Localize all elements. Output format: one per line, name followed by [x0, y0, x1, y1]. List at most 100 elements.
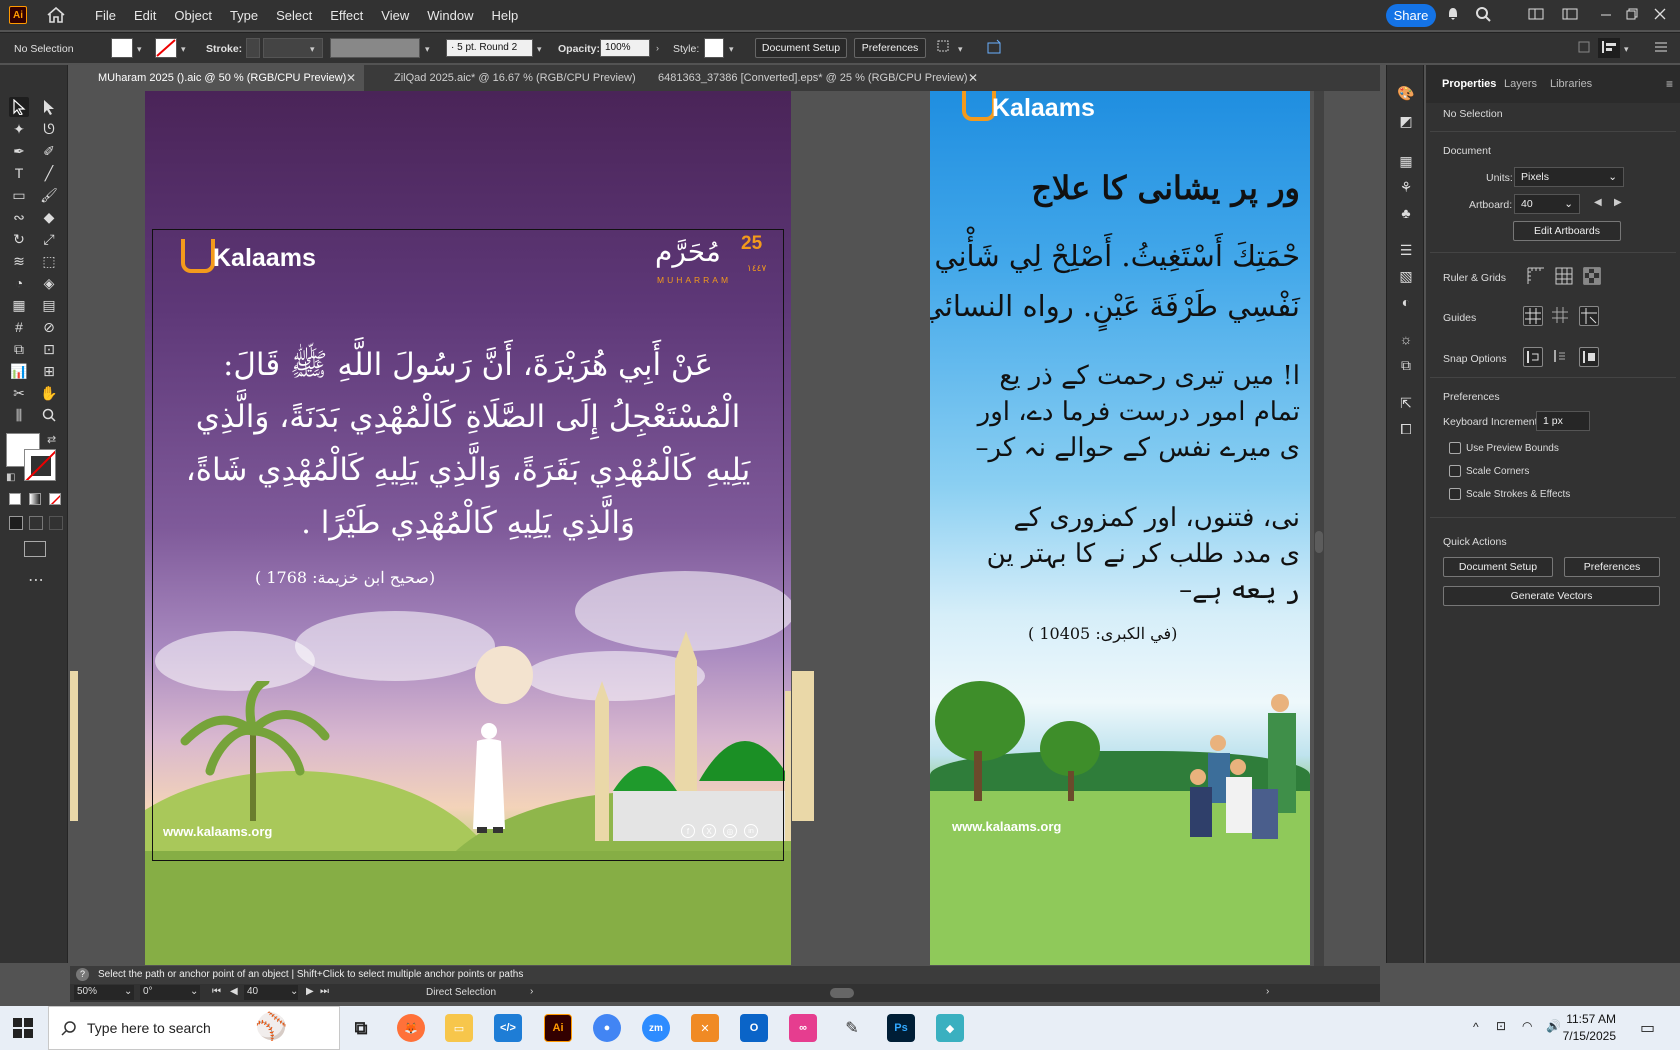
hand-tool-icon[interactable]: ✋ [39, 383, 59, 403]
transparency-icon[interactable]: ◐ [1396, 294, 1416, 312]
units-select[interactable]: Pixels ⌄ [1514, 167, 1624, 187]
creative-cloud-icon[interactable]: ∞ [789, 1014, 817, 1042]
artboards-icon[interactable]: ⧠ [1396, 421, 1416, 439]
tab-muharam[interactable]: MUharam 2025 ().aic @ 50 % (RGB/CPU Prev… [70, 65, 364, 91]
home-icon[interactable] [47, 6, 65, 23]
chevron-down-icon[interactable]: ⌄ [124, 986, 132, 997]
keyboard-increment-field[interactable]: 1 px [1536, 411, 1590, 431]
smart-guides-icon[interactable] [1579, 306, 1599, 326]
color-guide-icon[interactable]: ◩ [1396, 113, 1416, 131]
search-icon[interactable] [1475, 6, 1491, 22]
zoom-app-icon[interactable]: zm [642, 1014, 670, 1042]
scale-corners-checkbox[interactable] [1449, 465, 1461, 477]
chevron-down-icon[interactable]: ▾ [137, 44, 142, 55]
chevron-right-icon[interactable]: › [656, 43, 659, 53]
variable-width-profile[interactable] [330, 38, 420, 58]
share-button[interactable]: Share [1386, 4, 1436, 27]
close-icon[interactable]: ✕ [968, 71, 978, 85]
generate-vectors-button[interactable]: Generate Vectors [1443, 586, 1660, 606]
minimize-icon[interactable] [1598, 6, 1614, 22]
draw-inside-icon[interactable] [49, 516, 63, 530]
chevron-up-icon[interactable]: ^ [1473, 1020, 1479, 1034]
firefox-icon[interactable]: 🦊 [397, 1014, 425, 1042]
rectangle-tool-icon[interactable]: ▭ [9, 185, 29, 205]
shaper-tool-icon[interactable]: ∾ [9, 207, 29, 227]
volume-icon[interactable]: 🔊 [1546, 1019, 1561, 1033]
menu-window[interactable]: Window [427, 8, 473, 23]
previous-artboard-icon[interactable]: ◀ [230, 986, 238, 997]
windows-start-icon[interactable] [13, 1018, 33, 1041]
live-paint-icon[interactable]: ◈ [39, 273, 59, 293]
chevron-down-icon[interactable]: ▾ [958, 44, 963, 55]
next-artboard-icon[interactable]: ▶ [306, 986, 314, 997]
bell-icon[interactable] [1445, 6, 1461, 22]
draw-behind-icon[interactable] [29, 516, 43, 530]
panel-menu-icon[interactable]: ≡ [1666, 77, 1673, 91]
pen-tool-icon[interactable]: ✒ [9, 141, 29, 161]
help-icon[interactable]: ? [76, 968, 89, 981]
menu-type[interactable]: Type [230, 8, 258, 23]
app-icon[interactable]: ◆ [936, 1014, 964, 1042]
show-guides-icon[interactable] [1523, 306, 1543, 326]
artboard-select[interactable]: 40 ⌄ [1514, 194, 1580, 214]
zoom-tool-icon[interactable] [39, 405, 59, 425]
gradient-tool-icon[interactable]: ▤ [39, 295, 59, 315]
menu-view[interactable]: View [381, 8, 409, 23]
paintbrush-icon[interactable]: 🖌 [39, 185, 59, 205]
tab-properties[interactable]: Properties [1442, 78, 1496, 90]
stroke-swatch[interactable] [155, 38, 177, 58]
task-view-icon[interactable]: ⧉ [347, 1014, 375, 1042]
menu-select[interactable]: Select [276, 8, 312, 23]
brush-definition[interactable]: · 5 pt. Round 2 [446, 39, 533, 57]
recolor-icon[interactable] [986, 38, 1004, 58]
use-preview-bounds-checkbox[interactable] [1449, 442, 1461, 454]
stroke-panel-icon[interactable]: ☰ [1396, 242, 1416, 260]
tab-converted-eps[interactable]: 6481363_37386 [Converted].eps* @ 25 % (R… [646, 65, 986, 91]
grid-icon[interactable] [1554, 266, 1574, 286]
color-mode-icon[interactable] [9, 493, 21, 505]
menu-object[interactable]: Object [174, 8, 212, 23]
graph-tool-icon[interactable]: 📊 [9, 361, 29, 381]
line-tool-icon[interactable]: ╱ [39, 163, 59, 183]
menu-effect[interactable]: Effect [330, 8, 363, 23]
illustrator-taskbar-icon[interactable]: Ai [544, 1014, 572, 1042]
vertical-scrollbar[interactable] [1314, 91, 1324, 966]
preferences-button[interactable]: Preferences [1564, 557, 1660, 577]
tab-layers[interactable]: Layers [1504, 78, 1537, 90]
gradient-panel-icon[interactable]: ▧ [1396, 268, 1416, 286]
vscode-icon[interactable]: </> [494, 1014, 522, 1042]
scale-tool-icon[interactable]: ⤢ [39, 229, 59, 249]
blend-tool-icon[interactable]: ⧉ [9, 339, 29, 359]
horizontal-scroll-thumb[interactable] [830, 988, 854, 998]
slice-tool-icon[interactable]: ✂ [9, 383, 29, 403]
file-explorer-icon[interactable]: ▭ [445, 1014, 473, 1042]
none-mode-icon[interactable] [49, 493, 61, 505]
print-tiling-icon[interactable]: ⫼ [9, 405, 29, 425]
workspace-icon[interactable] [1528, 6, 1544, 22]
brushes-icon[interactable]: ⚘ [1396, 179, 1416, 197]
free-transform-icon[interactable]: ⬚ [39, 251, 59, 271]
edit-artboards-button[interactable]: Edit Artboards [1513, 221, 1621, 241]
canvas[interactable]: Kalaams مُحَرَّم 25 ١٤٤٧ MUHARRAM عَنْ أ… [70, 91, 1380, 966]
close-icon[interactable] [1652, 6, 1668, 22]
chrome-icon[interactable]: ● [593, 1014, 621, 1042]
previous-artboard-icon[interactable]: ◀ [1594, 197, 1602, 208]
symbols-icon[interactable]: ♣ [1396, 205, 1416, 223]
swap-fill-stroke-icon[interactable]: ⇄ [47, 433, 56, 446]
opacity-field[interactable]: 100% [600, 39, 650, 57]
xampp-icon[interactable]: ✕ [691, 1014, 719, 1042]
chevron-down-icon[interactable]: ⌄ [290, 986, 298, 997]
default-colors-icon[interactable]: ◧ [6, 472, 15, 483]
screen-mode-icon[interactable] [24, 541, 46, 557]
document-setup-button[interactable]: Document Setup [1443, 557, 1553, 577]
warp-tool-icon[interactable]: ≋ [9, 251, 29, 271]
graphic-style-swatch[interactable] [704, 38, 724, 58]
color-panel-icon[interactable]: 🎨 [1396, 85, 1416, 103]
perspective-grid-icon[interactable]: ▦ [9, 295, 29, 315]
stroke-color-box[interactable] [24, 449, 56, 481]
align-icon[interactable] [1598, 38, 1620, 58]
last-artboard-icon[interactable]: ⏭ [320, 986, 329, 997]
chevron-right-icon[interactable]: › [530, 986, 533, 997]
more-tools-icon[interactable]: ⋯ [28, 570, 44, 590]
appearance-icon[interactable]: ☼ [1396, 331, 1416, 349]
